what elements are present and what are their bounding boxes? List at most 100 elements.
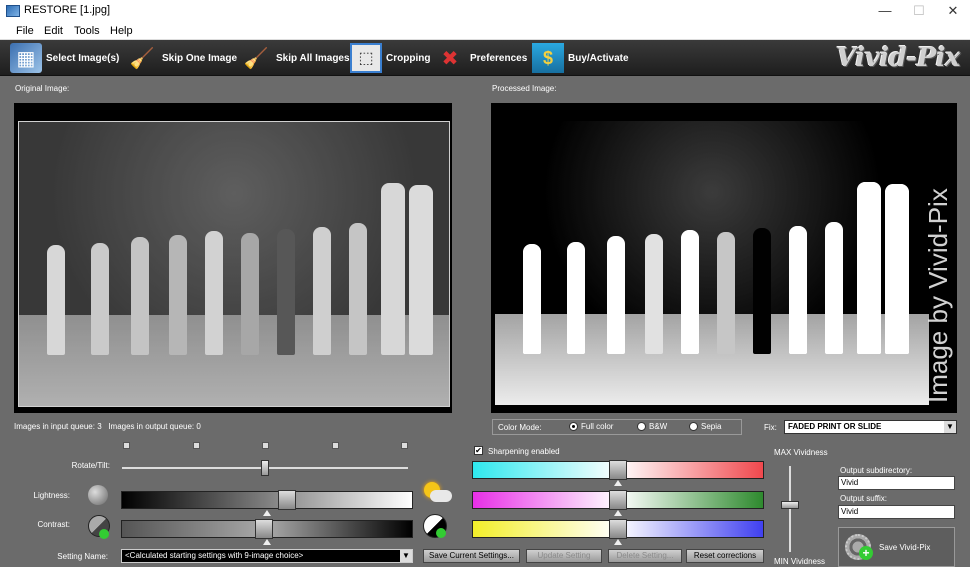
- rotate-tick[interactable]: [193, 442, 200, 449]
- dollar-icon: $: [532, 43, 564, 73]
- cropping-label: Cropping: [386, 52, 431, 64]
- contrast-label: Contrast:: [37, 520, 70, 529]
- original-figure: [91, 242, 109, 355]
- watermark-text: Image by Vivid-Pix: [923, 188, 953, 403]
- min-vividness-label: MIN Vividness: [774, 557, 825, 566]
- processed-figure: [789, 225, 807, 354]
- original-figure: [241, 232, 259, 355]
- rotate-tick[interactable]: [401, 442, 408, 449]
- vividness-slider-thumb[interactable]: [781, 500, 799, 509]
- cyan-red-default-marker: [614, 480, 622, 486]
- magenta-green-slider-thumb[interactable]: [609, 490, 627, 510]
- processed-image-panel: Image by Vivid-Pix: [491, 103, 957, 413]
- radio-bw[interactable]: B&W: [637, 422, 668, 432]
- radio-bw-dot[interactable]: [637, 422, 646, 432]
- save-vivid-pix-label: Save Vivid-Pix: [879, 543, 931, 552]
- buy-activate-label: Buy/Activate: [568, 52, 629, 64]
- reset-corrections-button[interactable]: Reset corrections: [686, 549, 764, 563]
- original-figure: [381, 182, 405, 355]
- skip-all-label: Skip All Images: [276, 52, 350, 64]
- setting-name-label: Setting Name:: [57, 552, 108, 561]
- fix-label: Fix:: [764, 423, 777, 432]
- minimize-button[interactable]: —: [868, 0, 902, 22]
- radio-full-color-dot[interactable]: [569, 422, 578, 432]
- broom-icon: 🧹: [129, 47, 155, 70]
- maximize-button[interactable]: ☐: [902, 0, 936, 22]
- brooms-icon: 🧹: [243, 47, 269, 70]
- processed-figure: [885, 183, 909, 354]
- rotate-tick[interactable]: [332, 442, 339, 449]
- window-title: RESTORE [1.jpg]: [24, 4, 110, 16]
- output-subdir-label: Output subdirectory:: [840, 466, 913, 475]
- original-figure: [169, 234, 187, 355]
- menu-file[interactable]: File: [16, 25, 34, 37]
- moon-icon[interactable]: [88, 485, 108, 505]
- setting-name-dropdown[interactable]: <Calculated starting settings with 9-ima…: [121, 549, 413, 563]
- processed-figure: [717, 231, 735, 354]
- color-mode-group: Color Mode: Full color B&W Sepia: [492, 419, 742, 435]
- lightness-slider[interactable]: [121, 491, 413, 509]
- original-image-panel: [14, 103, 452, 413]
- processed-figure: [753, 227, 771, 354]
- vividness-slider-track[interactable]: [789, 466, 791, 552]
- processed-figure: [825, 221, 843, 354]
- close-button[interactable]: ✕: [936, 0, 970, 22]
- select-images-button[interactable]: ▦ Select Image(s): [10, 40, 119, 76]
- radio-sepia-label: Sepia: [701, 422, 722, 431]
- rotate-label: Rotate/Tilt:: [71, 461, 110, 470]
- toolbar: ▦ Select Image(s) 🧹 Skip One Image 🧹 Ski…: [0, 40, 970, 76]
- processed-figure: [567, 241, 585, 354]
- output-subdir-input[interactable]: Vivid: [838, 476, 955, 490]
- plus-icon: +: [859, 546, 873, 560]
- crop-icon: ⬚: [350, 43, 382, 73]
- skip-one-button[interactable]: 🧹 Skip One Image: [126, 40, 237, 76]
- output-queue-label: Images in output queue:: [108, 422, 195, 431]
- menu-edit[interactable]: Edit: [44, 25, 63, 37]
- lightness-slider-thumb[interactable]: [278, 490, 297, 510]
- output-queue-count: 0: [196, 422, 201, 431]
- rotate-tick[interactable]: [123, 442, 130, 449]
- contrast-default-marker: [263, 539, 271, 545]
- rotate-tick-markers: [120, 442, 410, 456]
- menu-help[interactable]: Help: [110, 25, 133, 37]
- fix-dropdown-value: FADED PRINT OR SLIDE: [788, 422, 882, 431]
- sharpening-checkbox[interactable]: ✔: [474, 446, 483, 455]
- original-figure: [205, 230, 223, 355]
- delete-setting-button[interactable]: Delete Setting...: [608, 549, 682, 563]
- yellow-blue-default-marker: [614, 539, 622, 545]
- radio-sepia-dot[interactable]: [689, 422, 698, 432]
- rotate-tick[interactable]: [262, 442, 269, 449]
- max-vividness-label: MAX Vividness: [774, 448, 828, 457]
- radio-sepia[interactable]: Sepia: [689, 422, 722, 432]
- preferences-button[interactable]: ✖ Preferences: [434, 40, 528, 76]
- chevron-down-icon[interactable]: ▼: [944, 421, 956, 433]
- app-icon: [6, 5, 20, 17]
- output-suffix-input[interactable]: Vivid: [838, 505, 955, 519]
- original-figure: [131, 236, 149, 355]
- menu-tools[interactable]: Tools: [74, 25, 100, 37]
- processed-figure: [857, 181, 881, 354]
- contrast-slider-thumb[interactable]: [255, 519, 274, 539]
- skip-all-button[interactable]: 🧹 Skip All Images: [240, 40, 350, 76]
- chevron-down-icon[interactable]: ▼: [400, 550, 412, 562]
- buy-activate-button[interactable]: $ Buy/Activate: [532, 40, 629, 76]
- cyan-red-slider-thumb[interactable]: [609, 460, 627, 480]
- input-queue-count: 3: [97, 422, 102, 431]
- vivid-pix-logo: Vivid-Pix: [836, 43, 960, 73]
- setting-name-value: <Calculated starting settings with 9-ima…: [125, 551, 304, 560]
- radio-full-color[interactable]: Full color: [569, 422, 613, 432]
- cropping-button[interactable]: ⬚ Cropping: [350, 40, 430, 76]
- update-setting-button[interactable]: Update Setting: [526, 549, 602, 563]
- fix-dropdown[interactable]: FADED PRINT OR SLIDE ▼: [784, 420, 957, 434]
- output-suffix-label: Output suffix:: [840, 494, 887, 503]
- title-bar: RESTORE [1.jpg] — ☐ ✕: [0, 0, 970, 22]
- sun-icon[interactable]: [420, 482, 452, 504]
- yellow-blue-slider-thumb[interactable]: [609, 519, 627, 539]
- radio-bw-label: B&W: [649, 422, 668, 431]
- down-arrow-icon: [99, 529, 109, 539]
- save-vivid-pix-button[interactable]: + Save Vivid-Pix: [838, 527, 955, 567]
- save-settings-button[interactable]: Save Current Settings...: [423, 549, 520, 563]
- original-figure: [277, 228, 295, 355]
- queue-status: Images in input queue: 3 Images in outpu…: [14, 422, 201, 431]
- rotate-slider-thumb[interactable]: [261, 460, 269, 476]
